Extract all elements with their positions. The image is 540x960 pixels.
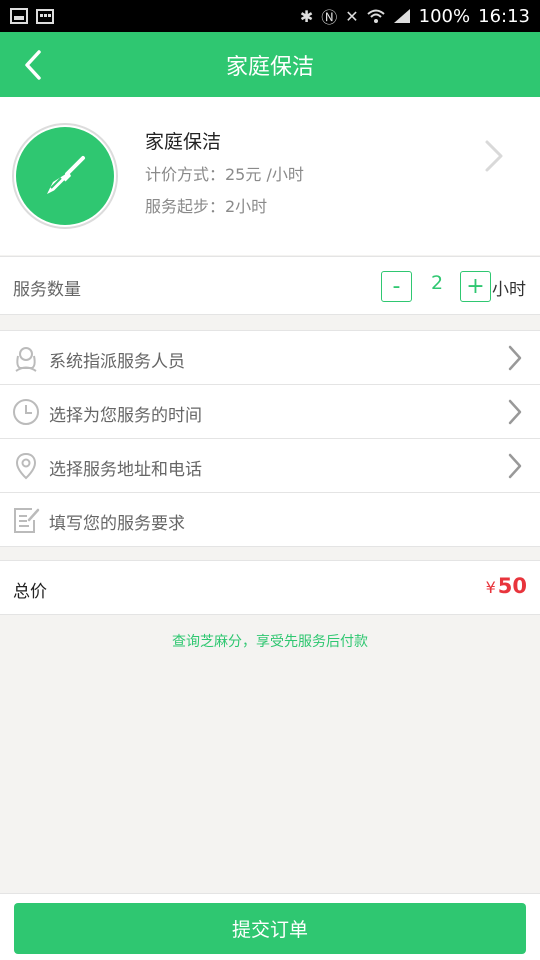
option-service-time[interactable]: 选择为您服务的时间 xyxy=(0,385,540,439)
wifi-icon xyxy=(366,9,385,23)
edit-note-icon xyxy=(14,508,40,533)
service-name: 家庭保洁 xyxy=(145,131,222,153)
service-icon-circle xyxy=(16,127,114,225)
currency-symbol: ¥ xyxy=(485,578,496,597)
bottom-action-bar: 提交订单 xyxy=(0,893,540,960)
chevron-right-icon xyxy=(508,399,522,425)
order-options-list: 系统指派服务人员 选择为您服务的时间 选择服务地址和电话 填写您的服务要求 xyxy=(0,330,540,547)
bluetooth-icon: ✱ xyxy=(299,6,314,26)
staff-icon xyxy=(15,347,37,372)
total-price-row: 总价 ¥ 50 xyxy=(0,560,540,615)
clock-time: 16:13 xyxy=(478,5,530,27)
chevron-right-icon xyxy=(508,453,522,479)
option-address-phone[interactable]: 选择服务地址和电话 xyxy=(0,439,540,493)
option-requirements[interactable]: 填写您的服务要求 xyxy=(0,493,540,547)
back-button[interactable] xyxy=(12,42,54,87)
calendar-notification-icon xyxy=(36,9,54,24)
option-label: 选择为您服务的时间 xyxy=(49,406,202,426)
clock-icon xyxy=(13,399,39,425)
chevron-right-icon xyxy=(485,140,503,172)
battery-level: 100% xyxy=(418,5,471,27)
submit-order-button[interactable]: 提交订单 xyxy=(14,903,526,954)
option-assign-staff[interactable]: 系统指派服务人员 xyxy=(0,331,540,385)
zhima-credit-link[interactable]: 查询芝麻分，享受先服务后付款 xyxy=(0,631,540,651)
nfc-icon: Ⓝ xyxy=(321,8,338,27)
total-label: 总价 xyxy=(13,582,47,602)
quantity-unit: 小时 xyxy=(492,280,526,300)
status-bar-left xyxy=(10,8,54,24)
broom-icon xyxy=(47,156,85,194)
total-amount: ¥ 50 xyxy=(486,574,527,598)
location-icon xyxy=(15,452,37,480)
option-label: 选择服务地址和电话 xyxy=(49,460,202,480)
option-label: 系统指派服务人员 xyxy=(49,352,185,372)
quantity-value: 2 xyxy=(430,272,444,294)
service-price: 计价方式：25元 /小时 xyxy=(145,165,304,184)
service-icon-frame xyxy=(12,123,118,229)
app-bar: 家庭保洁 xyxy=(0,32,540,97)
page-title: 家庭保洁 xyxy=(225,54,314,80)
image-notification-icon xyxy=(10,8,28,24)
total-value: 50 xyxy=(497,574,527,598)
service-minimum: 服务起步：2小时 xyxy=(145,197,268,216)
quantity-label: 服务数量 xyxy=(13,280,81,300)
mute-icon: ✕ xyxy=(345,6,359,26)
increment-button[interactable]: + xyxy=(460,271,491,302)
decrement-button[interactable]: - xyxy=(381,271,412,302)
service-card[interactable]: 家庭保洁 计价方式：25元 /小时 服务起步：2小时 xyxy=(0,97,540,255)
back-arrow-icon xyxy=(25,49,41,80)
chevron-right-icon xyxy=(508,345,522,371)
signal-icon xyxy=(393,9,410,23)
status-bar: ✱ Ⓝ ✕ 100% 16:13 xyxy=(0,0,540,32)
quantity-stepper: 服务数量 - 2 + 小时 xyxy=(0,256,540,315)
option-label: 填写您的服务要求 xyxy=(49,514,185,534)
status-bar-right: ✱ Ⓝ ✕ 100% 16:13 xyxy=(300,4,530,28)
